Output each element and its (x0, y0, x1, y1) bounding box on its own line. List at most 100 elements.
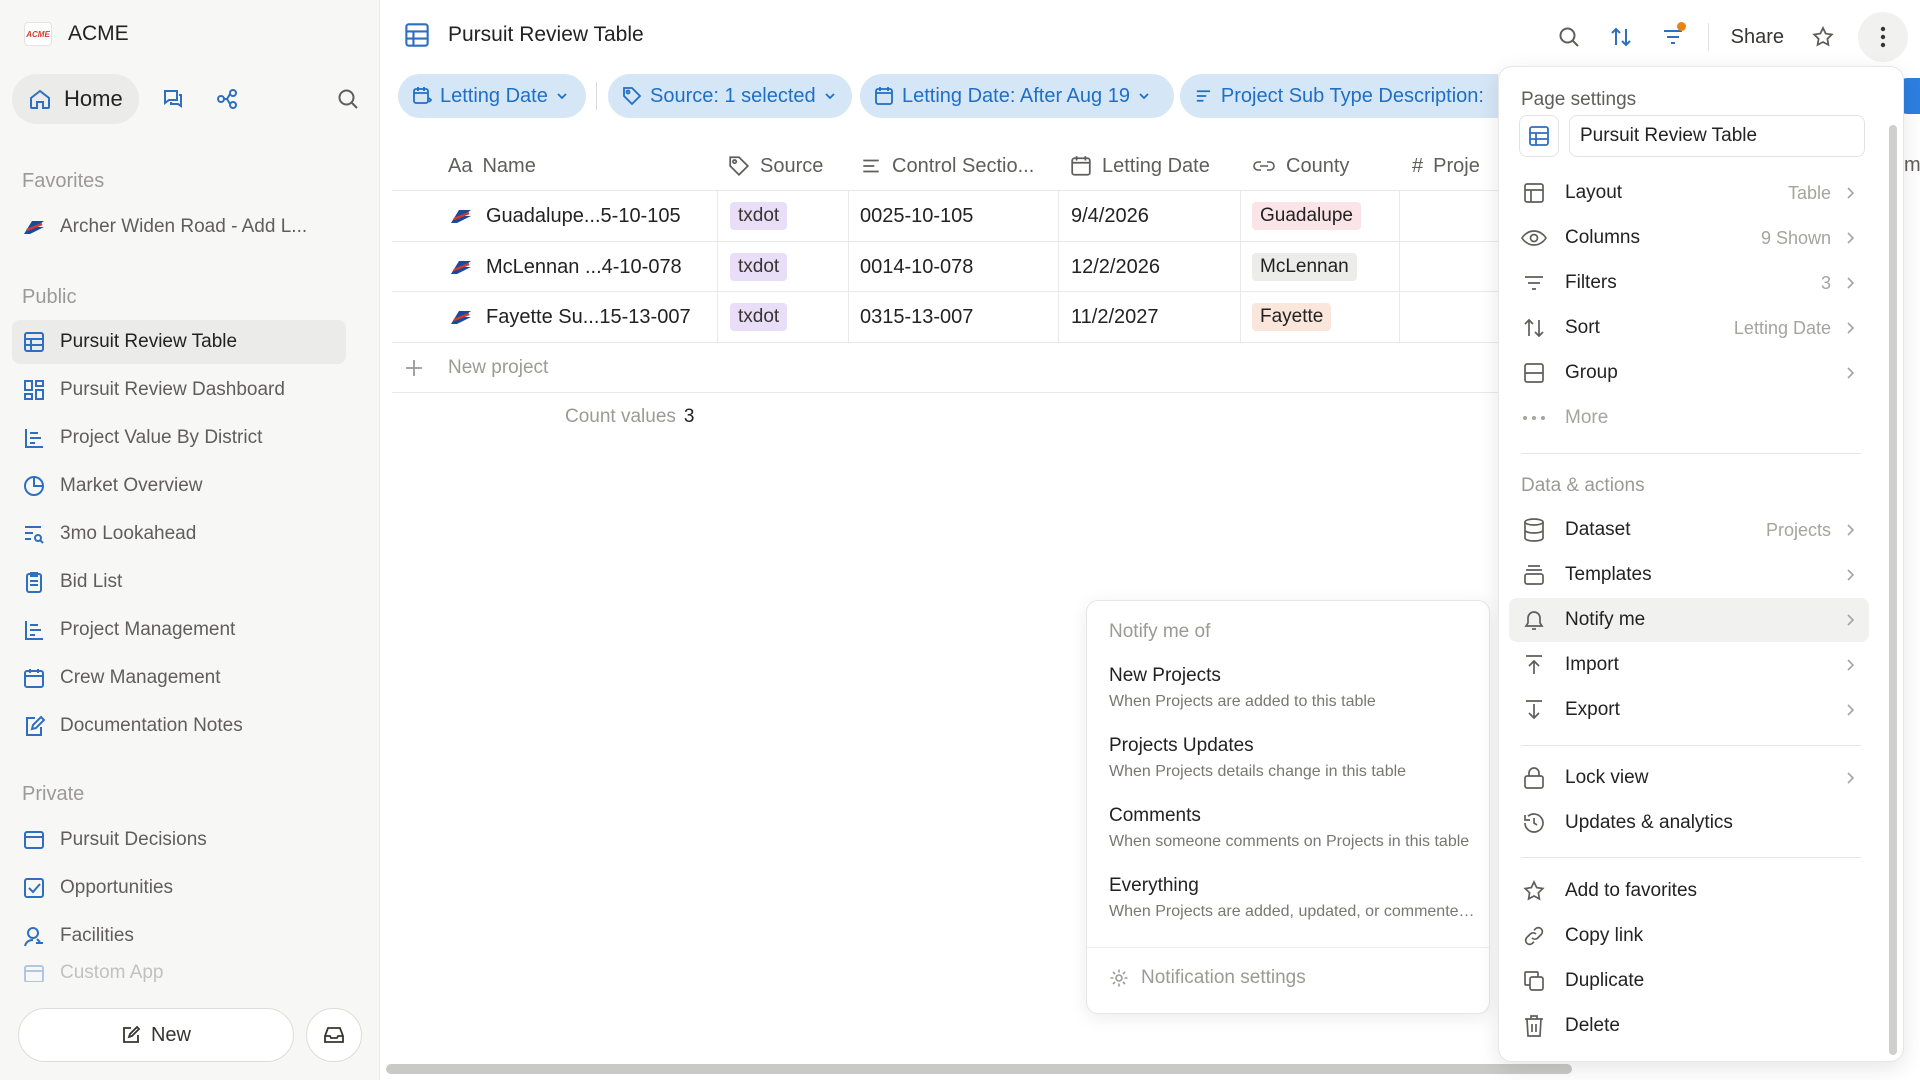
menu-item-add-to-favorites[interactable]: Add to favorites (1509, 869, 1869, 913)
header-toolbar: Share (1540, 12, 1920, 62)
table-icon (22, 330, 46, 354)
table-cell-county[interactable]: McLennan (1252, 242, 1357, 292)
menu-item-export[interactable]: Export (1509, 688, 1869, 732)
sidebar-item-custom-app[interactable]: Custom App (12, 962, 346, 982)
menu-item-dataset[interactable]: Dataset Projects (1509, 508, 1869, 552)
menu-item-group[interactable]: Group (1509, 351, 1869, 395)
notification-settings-button[interactable]: Notification settings (1109, 967, 1306, 989)
new-project-row[interactable]: New project (404, 352, 548, 384)
sidebar-item-label: Pursuit Review Dashboard (60, 379, 285, 400)
sidebar-item-facilities[interactable]: Facilities (12, 914, 346, 958)
table-cell-county[interactable]: Guadalupe (1252, 191, 1361, 241)
sidebar-item-market-overview[interactable]: Market Overview (12, 464, 346, 508)
table-cell-date[interactable]: 12/2/2026 (1071, 242, 1160, 292)
panel-scrollbar[interactable] (1889, 125, 1897, 1055)
menu-item-import[interactable]: Import (1509, 643, 1869, 687)
sidebar-item-pursuit-decisions[interactable]: Pursuit Decisions (12, 818, 346, 862)
table-cell-source[interactable]: txdot (730, 191, 788, 241)
sidebar-item-crew-management[interactable]: Crew Management (12, 656, 346, 700)
workspace-switcher[interactable]: ACME ACME (24, 22, 129, 46)
sidebar-item-3mo-lookahead[interactable]: 3mo Lookahead (12, 512, 346, 556)
filter-icon[interactable] (1650, 14, 1696, 60)
search-icon[interactable] (1546, 14, 1592, 60)
favorite-item-archer[interactable]: Archer Widen Road - Add L... (12, 205, 346, 249)
import-icon (1521, 652, 1547, 678)
menu-item-sort[interactable]: Sort Letting Date (1509, 306, 1869, 350)
table-row-name[interactable]: Guadalupe...5-10-105 (448, 191, 681, 241)
column-header-name[interactable]: Aa Name (448, 146, 712, 186)
filter-icon (1521, 270, 1547, 296)
horizontal-scrollbar[interactable] (386, 1064, 1572, 1074)
notify-option-projects-updates[interactable]: Projects Updates When Projects details c… (1109, 735, 1481, 781)
new-page-button[interactable]: New (18, 1008, 294, 1062)
sidebar-item-label: Custom App (60, 962, 164, 982)
lock-icon (1521, 765, 1547, 791)
table-cell-control[interactable]: 0315-13-007 (860, 292, 973, 342)
menu-item-layout[interactable]: Layout Table (1509, 171, 1869, 215)
table-cell-control[interactable]: 0014-10-078 (860, 242, 973, 292)
filter-chip-project-sub-type[interactable]: Project Sub Type Description: (1180, 74, 1498, 118)
menu-item-updates-analytics[interactable]: Updates & analytics (1509, 801, 1869, 845)
page-name-input[interactable] (1569, 115, 1865, 157)
column-header-county[interactable]: County (1252, 146, 1382, 186)
column-label: Letting Date (1102, 154, 1210, 177)
cell-name: Fayette Su...15-13-007 (486, 305, 691, 328)
filter-chip-source[interactable]: Source: 1 selected (608, 74, 852, 118)
table-row-name[interactable]: Fayette Su...15-13-007 (448, 292, 691, 342)
menu-item-label: Copy link (1565, 925, 1644, 946)
star-icon[interactable] (1800, 14, 1846, 60)
table-cell-date[interactable]: 9/4/2026 (1071, 191, 1149, 241)
sidebar-item-bid-list[interactable]: Bid List (12, 560, 346, 604)
menu-item-value: Projects (1765, 519, 1831, 540)
table-cell-source[interactable]: txdot (730, 292, 788, 342)
column-header-letting-date[interactable]: Letting Date (1070, 146, 1240, 186)
sidebar-item-pursuit-review-dashboard[interactable]: Pursuit Review Dashboard (12, 368, 346, 412)
table-row-name[interactable]: McLennan ...4-10-078 (448, 242, 682, 292)
search-icon[interactable] (328, 79, 368, 119)
sort-chip-letting-date[interactable]: Letting Date (398, 74, 586, 118)
sidebar-item-opportunities[interactable]: Opportunities (12, 866, 346, 910)
inbox-button[interactable] (306, 1008, 362, 1062)
toolbar-divider (1707, 23, 1709, 51)
sidebar-item-label: 3mo Lookahead (60, 523, 197, 544)
menu-item-copy-link[interactable]: Copy link (1509, 914, 1869, 958)
menu-item-duplicate[interactable]: Duplicate (1509, 959, 1869, 1003)
sidebar-item-project-value-by-district[interactable]: Project Value By District (12, 416, 346, 460)
sidebar: ACME ACME Home Favorites Archer Widen Ro… (0, 0, 380, 1080)
calendar-icon (1071, 156, 1091, 176)
notify-option-comments[interactable]: Comments When someone comments on Projec… (1109, 805, 1481, 851)
column-header-source[interactable]: Source (728, 146, 838, 186)
menu-item-more[interactable]: More (1509, 396, 1869, 440)
menu-item-notify-me[interactable]: Notify me (1509, 598, 1869, 642)
source-tag: txdot (730, 202, 788, 230)
workflow-icon[interactable] (207, 79, 247, 119)
column-header-project[interactable]: # Proje (1412, 146, 1498, 186)
sidebar-item-project-management[interactable]: Project Management (12, 608, 346, 652)
notify-option-new-projects[interactable]: New Projects When Projects are added to … (1109, 665, 1481, 711)
table-cell-date[interactable]: 11/2/2027 (1071, 292, 1159, 342)
menu-item-label: Dataset (1565, 519, 1631, 540)
more-options-button[interactable] (1858, 12, 1908, 62)
notify-option-everything[interactable]: Everything When Projects are added, upda… (1109, 875, 1481, 921)
sort-icon[interactable] (1598, 14, 1644, 60)
column-label: County (1286, 154, 1350, 177)
menu-item-columns[interactable]: Columns 9 Shown (1509, 216, 1869, 260)
menu-item-lock-view[interactable]: Lock view (1509, 756, 1869, 800)
table-cell-control[interactable]: 0025-10-105 (860, 191, 973, 241)
sidebar-item-pursuit-review-table[interactable]: Pursuit Review Table (12, 320, 346, 364)
count-values[interactable]: Count values 3 (565, 406, 694, 428)
menu-item-delete[interactable]: Delete (1509, 1004, 1869, 1048)
home-button[interactable]: Home (12, 74, 139, 124)
table-cell-county[interactable]: Fayette (1252, 292, 1332, 342)
sidebar-item-label: Market Overview (60, 475, 203, 496)
sidebar-item-documentation-notes[interactable]: Documentation Notes (12, 704, 346, 748)
share-button[interactable]: Share (1721, 26, 1794, 49)
chat-icon[interactable] (153, 79, 193, 119)
home-icon (30, 89, 50, 109)
filter-chip-letting-date[interactable]: Letting Date: After Aug 19 (860, 74, 1174, 118)
menu-item-filters[interactable]: Filters 3 (1509, 261, 1869, 305)
menu-item-templates[interactable]: Templates (1509, 553, 1869, 597)
page-icon-picker[interactable] (1519, 115, 1559, 157)
table-cell-source[interactable]: txdot (730, 242, 788, 292)
column-header-control-section[interactable]: Control Sectio... (860, 146, 1050, 186)
